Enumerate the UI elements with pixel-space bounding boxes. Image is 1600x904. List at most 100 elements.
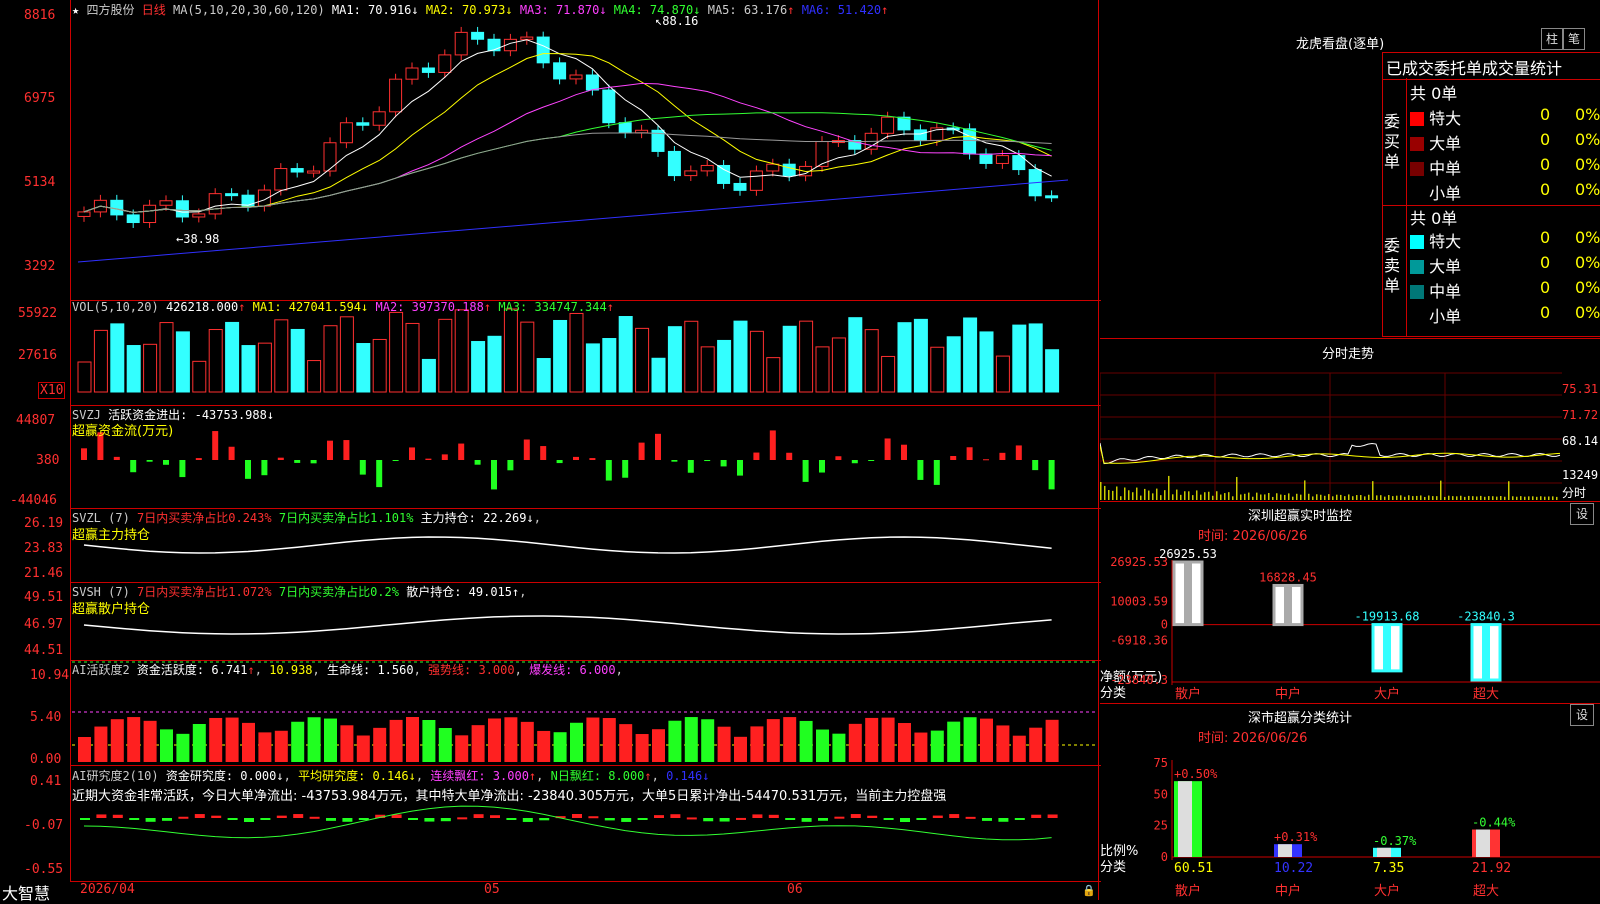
svzj-bar	[81, 448, 87, 460]
ai2-bar	[457, 817, 468, 820]
classify-category-label: 大户	[1374, 883, 1400, 899]
intraday-vol-bar	[1348, 494, 1350, 500]
intraday-vol-bar	[1384, 496, 1386, 500]
intraday-vol-bar	[1204, 492, 1206, 500]
ai2-bar	[276, 815, 287, 818]
svzj-bar	[195, 458, 202, 460]
svzj-bar	[1048, 460, 1055, 490]
ai2-bar	[768, 814, 779, 818]
ai1-bar	[471, 725, 485, 762]
brand-logo[interactable]: 大智慧	[2, 880, 50, 904]
volume-bar	[241, 345, 256, 393]
candle-body	[159, 200, 173, 206]
candle-body	[389, 78, 403, 113]
ai1-bar	[1045, 719, 1059, 762]
monitor-value-label: -23840.3	[1457, 610, 1515, 624]
svzj-ytick: 44807	[16, 413, 56, 428]
volume-bar	[454, 309, 469, 393]
candle-body	[192, 213, 206, 218]
classify-value-label: 7.35	[1373, 861, 1404, 876]
intraday-vol-bar	[1208, 491, 1210, 500]
candle-body	[733, 182, 747, 191]
ai2-bar	[1014, 818, 1025, 820]
ai1-ytick: 5.40	[30, 710, 62, 725]
ai2-bar	[686, 817, 697, 820]
intraday-vol-bar	[1140, 495, 1142, 500]
ai2-bar	[260, 818, 271, 820]
intraday-vol-bar	[1464, 496, 1466, 500]
ai1-bar	[176, 733, 190, 762]
vol-unit[interactable]: X10	[38, 382, 66, 399]
ai2-bar	[227, 818, 238, 820]
stock-name: 四方股份	[86, 3, 135, 17]
svzj-bar	[392, 460, 399, 461]
intraday-vol-bar	[1272, 496, 1274, 500]
intraday-vol-bar	[1432, 496, 1434, 500]
volume-bar	[77, 361, 92, 393]
ai2-bar	[539, 818, 550, 821]
ai1-bar	[1012, 735, 1026, 762]
ai2-bar	[900, 818, 910, 822]
ai1-bar	[586, 717, 600, 762]
volume-bar	[700, 346, 715, 393]
ai2-bar	[818, 818, 828, 821]
volume-bar	[405, 322, 420, 393]
intraday-vol-bar	[1120, 496, 1122, 500]
intraday-vol-bar	[1256, 492, 1258, 500]
intraday-vol-bar	[1372, 481, 1374, 500]
svzj-bar	[163, 460, 169, 465]
main-chart-area[interactable]: ★ 四方股份 日线 MA(5,10,20,30,60,120) MA1: 70.…	[0, 0, 1101, 903]
ai1-bar	[816, 729, 829, 762]
svzl-sub: 超赢主力持仓	[72, 528, 151, 543]
volume-bar	[766, 357, 781, 393]
lock-icon[interactable]: 🔒	[1082, 884, 1096, 897]
star-icon[interactable]: ★	[72, 3, 79, 17]
ai1-bar	[930, 730, 944, 762]
period-label[interactable]: 日线	[142, 3, 166, 17]
intraday-vol-bar	[1100, 482, 1102, 500]
svsh-arrow: ↑	[512, 585, 520, 599]
ma3-value: MA3: 71.870	[519, 3, 600, 17]
intraday-vol-bar	[1188, 491, 1190, 500]
svzj-bar	[786, 452, 793, 460]
monitor-bar-stripe	[1482, 624, 1490, 680]
svzl-arrow: ↓	[526, 511, 534, 525]
intraday-vol-bar	[1404, 496, 1406, 500]
ai1-t2: 10.938	[269, 663, 313, 677]
intraday-vol-bar	[1508, 481, 1510, 500]
volume-bar	[487, 335, 502, 393]
svzl-line	[83, 536, 1052, 554]
monitor-ytick: 0	[1161, 618, 1168, 632]
x-tick: 2026/04	[80, 882, 135, 897]
ai1-bar	[783, 717, 797, 762]
classify-value-label: 60.51	[1174, 861, 1213, 876]
ai2-bar	[670, 814, 681, 818]
intraday-vol-bar	[1440, 480, 1442, 500]
volume-bar	[635, 327, 650, 393]
volume-bar	[159, 322, 174, 393]
svzj-bar	[523, 439, 530, 460]
ai1-bar	[619, 724, 633, 762]
ma1-value: MA1: 70.916	[331, 3, 412, 17]
volume-bar	[307, 360, 322, 393]
volume-bar	[175, 331, 190, 393]
intraday-vol-bar	[1416, 495, 1418, 500]
ai2-t1: 资金研究度: 0.000	[165, 769, 277, 783]
intraday-vol-bar	[1260, 494, 1262, 500]
ai1-bar	[291, 721, 305, 762]
classify-ytick: 0	[1161, 850, 1168, 864]
classify-ytick: 75	[1154, 756, 1168, 770]
candle-body	[635, 129, 649, 134]
candle-body	[143, 204, 157, 224]
svsh-t3: 散户持仓: 49.015	[406, 585, 513, 599]
ai1-bar	[734, 736, 747, 762]
svzj-arrow: ↓	[266, 408, 275, 422]
svzj-bar	[491, 460, 497, 490]
svzj-sub: 超赢资金流(万元)	[72, 424, 174, 439]
candle-body	[339, 122, 353, 144]
intraday-vol-bar	[1268, 493, 1270, 500]
volume-bar	[421, 358, 436, 393]
ai2-comment: 近期大资金非常活跃，今日大单净流出: -43753.984万元，其中特大单净流出…	[72, 789, 947, 804]
svzj-bar	[671, 460, 678, 462]
ai2-bar	[588, 816, 599, 819]
